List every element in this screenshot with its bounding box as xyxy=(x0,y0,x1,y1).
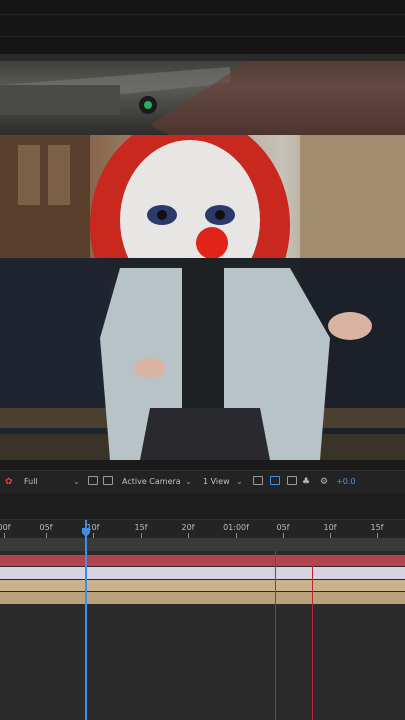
resolution-dropdown[interactable]: Full xyxy=(24,475,38,489)
viewer-toolbar: ✿ Full ⌄ Active Camera ⌄ 1 View ⌄ ♣ ⚙ +0… xyxy=(0,470,405,494)
header-divider xyxy=(0,36,405,37)
transparency-grid-icon[interactable] xyxy=(270,476,280,485)
resolution-dropdown-icon[interactable]: ⌄ xyxy=(73,475,80,489)
layer-bar[interactable] xyxy=(0,592,405,604)
ruler-tick xyxy=(141,533,142,538)
header-divider xyxy=(0,14,405,15)
ruler-label: 05f xyxy=(276,523,290,532)
footage-panel-top xyxy=(0,55,405,135)
view-dropdown-icon[interactable]: ⌄ xyxy=(236,475,243,489)
fast-preview-icon[interactable] xyxy=(253,476,263,485)
reset-exposure-icon[interactable]: ⚙ xyxy=(320,475,328,489)
ruler-label: 00f xyxy=(0,523,11,532)
ruler-label: 15f xyxy=(370,523,384,532)
grid-icon[interactable] xyxy=(103,476,113,485)
ruler-tick xyxy=(4,533,5,538)
ruler-tick xyxy=(283,533,284,538)
ruler-label: 20f xyxy=(181,523,195,532)
safe-area-icon[interactable] xyxy=(88,476,98,485)
camera-dropdown-icon[interactable]: ⌄ xyxy=(185,475,192,489)
camera-value: Active Camera xyxy=(122,477,181,486)
timeline-divider xyxy=(275,551,276,720)
color-picker-icon[interactable]: ✿ xyxy=(5,475,13,489)
ruler-label: 10f xyxy=(323,523,337,532)
resolution-value: Full xyxy=(24,477,38,486)
ruler-tick xyxy=(188,533,189,538)
work-area-bar[interactable] xyxy=(0,539,405,551)
show-channel-icon[interactable]: ♣ xyxy=(302,475,310,489)
footage-panel-middle xyxy=(0,135,405,258)
ruler-label: 05f xyxy=(39,523,53,532)
camera-dropdown[interactable]: Active Camera xyxy=(122,475,181,489)
composition-header xyxy=(0,0,405,55)
exposure-value[interactable]: +0.0 xyxy=(336,475,355,489)
layer-bar[interactable] xyxy=(0,555,405,566)
time-marker[interactable] xyxy=(312,566,313,720)
playhead[interactable] xyxy=(85,520,87,720)
layer-bar[interactable] xyxy=(0,580,405,591)
ruler-tick xyxy=(46,533,47,538)
ruler-tick xyxy=(93,533,94,538)
view-value: 1 View xyxy=(203,477,230,486)
snapshot-icon[interactable] xyxy=(287,476,297,485)
timeline-tracks[interactable] xyxy=(0,539,405,720)
ruler-tick xyxy=(377,533,378,538)
layer-bar[interactable] xyxy=(0,567,405,579)
ruler-tick xyxy=(236,533,237,538)
footage-panel-bottom xyxy=(0,258,405,460)
time-ruler[interactable]: 00f 05f 10f 15f 20f 01:00f 05f 10f 15f xyxy=(0,520,405,539)
composition-viewer[interactable] xyxy=(0,55,405,460)
view-dropdown[interactable]: 1 View xyxy=(203,475,230,489)
ruler-tick xyxy=(330,533,331,538)
ruler-label: 15f xyxy=(134,523,148,532)
ruler-label: 01:00f xyxy=(223,523,249,532)
timeline-header xyxy=(0,493,405,520)
